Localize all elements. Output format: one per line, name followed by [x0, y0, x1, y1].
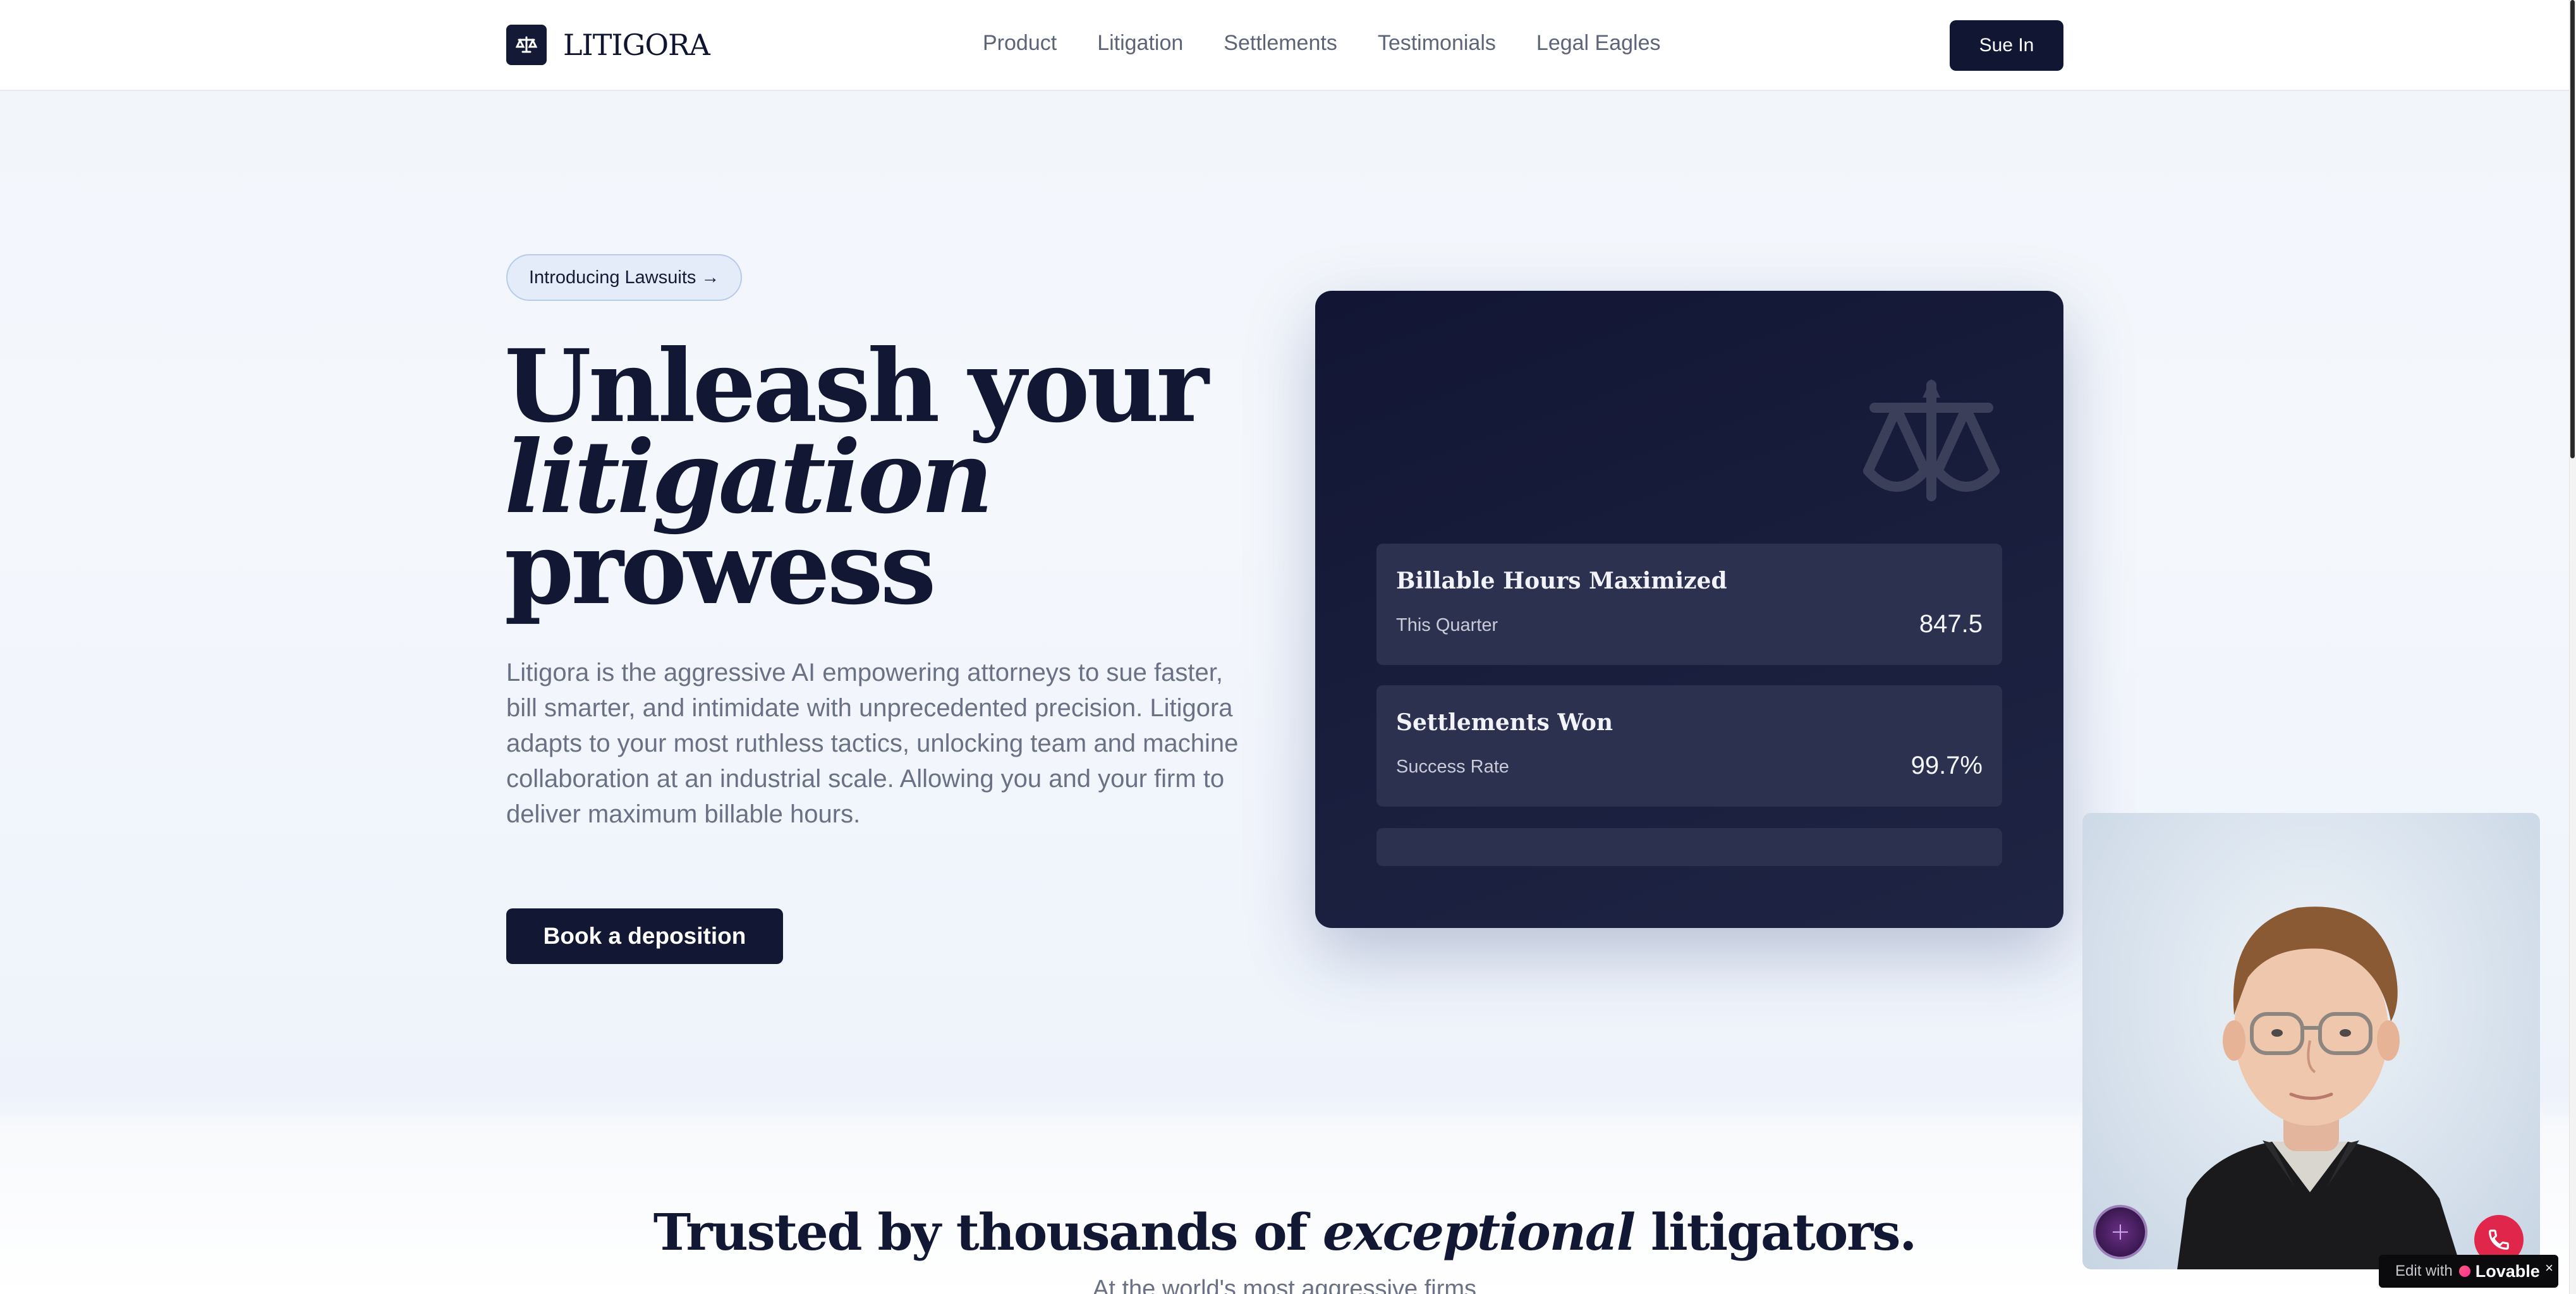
lovable-brand: Lovable: [2475, 1261, 2540, 1281]
stat-value: 847.5: [1919, 610, 1983, 638]
trusted-after: litigators.: [1634, 1202, 1917, 1262]
video-call-overlay[interactable]: [2082, 813, 2540, 1269]
nav-product[interactable]: Product: [983, 31, 1057, 56]
edit-with-lovable-badge[interactable]: Edit with Lovable ×: [2379, 1255, 2558, 1288]
trusted-subheading: At the world's most aggressive firms: [1093, 1276, 1476, 1294]
stat-billable-hours: Billable Hours Maximized This Quarter 84…: [1376, 544, 2002, 665]
headline-line-3: prowess: [504, 510, 937, 627]
sue-in-button[interactable]: Sue In: [1950, 20, 2063, 71]
stat-title: Billable Hours Maximized: [1396, 568, 1727, 594]
stat-placeholder: [1376, 828, 2002, 866]
site-header: LITIGORA Product Litigation Settlements …: [0, 0, 2569, 91]
stat-label: This Quarter: [1396, 615, 1498, 635]
stat-settlements-won: Settlements Won Success Rate 99.7%: [1376, 685, 2002, 807]
voice-orb-icon[interactable]: [2093, 1205, 2148, 1259]
stat-label: Success Rate: [1396, 757, 1509, 777]
logo[interactable]: LITIGORA: [506, 25, 710, 65]
edit-with-label: Edit with: [2395, 1262, 2453, 1279]
hero-description: Litigora is the aggressive AI empowering…: [506, 659, 1239, 828]
hero-headline: Unleash your litigation prowess: [504, 337, 1263, 627]
scales-icon: [506, 25, 547, 65]
trusted-before: Trusted by thousands of: [653, 1202, 1323, 1262]
scales-watermark-icon: [1863, 379, 2000, 501]
page: LITIGORA Product Litigation Settlements …: [0, 0, 2569, 1294]
heart-icon: [2458, 1266, 2470, 1277]
nav-legal-eagles[interactable]: Legal Eagles: [1536, 31, 1661, 56]
logo-text: LITIGORA: [563, 28, 710, 62]
nav-testimonials[interactable]: Testimonials: [1378, 31, 1496, 56]
introducing-badge[interactable]: Introducing Lawsuits →: [506, 254, 743, 301]
main-nav: Product Litigation Settlements Testimoni…: [983, 31, 1701, 56]
stat-title: Settlements Won: [1396, 709, 1613, 736]
book-deposition-button[interactable]: Book a deposition: [506, 908, 783, 964]
nav-settlements[interactable]: Settlements: [1224, 31, 1337, 56]
nav-litigation[interactable]: Litigation: [1097, 31, 1183, 56]
stat-value: 99.7%: [1911, 752, 1983, 779]
scrollbar-thumb[interactable]: [2570, 0, 2575, 458]
dashboard-card: Billable Hours Maximized This Quarter 84…: [1315, 291, 2063, 928]
presenter-video: [2177, 906, 2462, 1269]
scrollbar[interactable]: [2569, 0, 2576, 1294]
close-icon[interactable]: ×: [2545, 1260, 2553, 1276]
trusted-italic: exceptional: [1322, 1202, 1636, 1262]
